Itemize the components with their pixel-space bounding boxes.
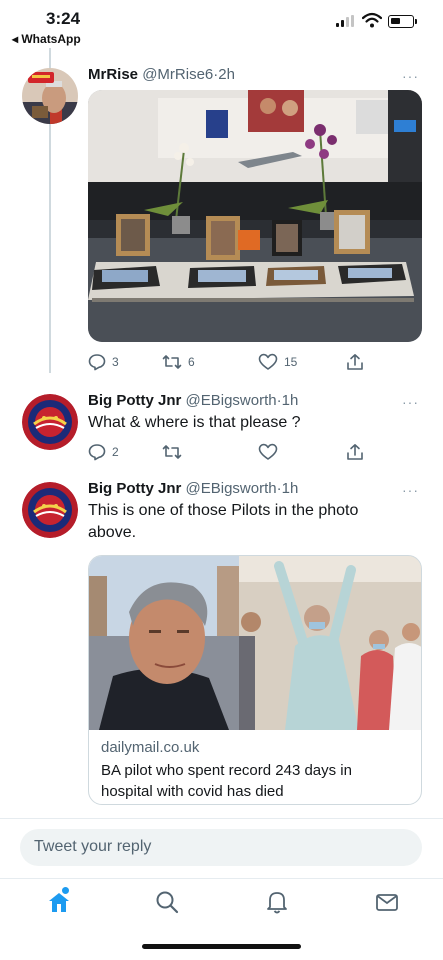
tweet-time: 1h — [281, 392, 299, 409]
avatar[interactable] — [22, 394, 78, 450]
battery-icon — [388, 15, 414, 28]
author-name[interactable]: MrRise — [88, 66, 138, 83]
link-source: dailymail.co.uk — [101, 739, 200, 756]
avatar[interactable] — [22, 68, 78, 124]
more-options-icon[interactable]: ··· — [402, 68, 419, 84]
wifi-icon — [362, 12, 382, 28]
tweet-mrrise[interactable]: MrRise @MrRise6·2h ··· 3 6 15 — [0, 60, 443, 380]
reply-icon — [88, 354, 106, 371]
share-action[interactable] — [346, 352, 364, 372]
tweet-actions: 3 6 15 — [88, 352, 388, 372]
home-notification-dot — [62, 887, 69, 894]
share-icon — [347, 354, 363, 370]
share-icon — [347, 444, 363, 460]
link-preview-image — [89, 556, 421, 730]
back-to-app-link[interactable]: ◂ WhatsApp — [12, 32, 81, 46]
author-name[interactable]: Big Potty Jnr — [88, 480, 181, 497]
home-indicator[interactable] — [142, 944, 301, 949]
avatar[interactable] — [22, 482, 78, 538]
tweet-header: Big Potty Jnr @EBigsworth·1h — [88, 480, 298, 497]
messages-icon — [376, 894, 398, 911]
retweet-icon — [162, 355, 182, 369]
more-options-icon[interactable]: ··· — [402, 394, 419, 410]
like-action[interactable] — [258, 442, 278, 462]
retweet-action[interactable]: 6 — [162, 352, 195, 372]
tweet-actions: 2 — [88, 442, 388, 462]
author-handle[interactable]: @MrRise6 — [142, 66, 213, 83]
author-name[interactable]: Big Potty Jnr — [88, 392, 181, 409]
tab-home[interactable] — [46, 887, 72, 915]
retweet-action[interactable] — [162, 442, 182, 462]
tweet-photo[interactable] — [88, 90, 422, 342]
reply-count: 2 — [112, 445, 119, 459]
retweet-count: 6 — [188, 355, 195, 369]
reply-icon — [88, 444, 106, 461]
battery-cap — [415, 19, 417, 24]
bottom-tab-bar — [0, 878, 443, 928]
tab-search[interactable] — [154, 889, 180, 915]
reply-placeholder: Tweet your reply — [34, 838, 152, 855]
cellular-signal-icon — [336, 15, 356, 27]
more-options-icon[interactable]: ··· — [402, 482, 419, 498]
share-action[interactable] — [346, 442, 364, 462]
tweet-reply-question[interactable]: Big Potty Jnr @EBigsworth·1h ··· What & … — [0, 382, 443, 474]
reply-count: 3 — [112, 355, 119, 369]
heart-icon — [258, 353, 278, 370]
search-icon — [156, 891, 179, 914]
like-count: 15 — [284, 355, 298, 369]
link-title: BA pilot who spent record 243 days in ho… — [101, 762, 352, 800]
tweet-header: Big Potty Jnr @EBigsworth·1h — [88, 392, 298, 409]
tab-notifications[interactable] — [264, 889, 290, 915]
reply-input[interactable]: Tweet your reply — [20, 829, 422, 866]
reply-action[interactable]: 2 — [88, 442, 119, 462]
link-preview-card[interactable]: dailymail.co.uk BA pilot who spent recor… — [88, 555, 422, 805]
notifications-icon — [267, 892, 287, 914]
author-handle[interactable]: @EBigsworth — [186, 392, 277, 409]
retweet-icon — [162, 445, 182, 459]
tweet-text: What & where is that please ? — [88, 414, 301, 431]
tweet-time: 1h — [281, 480, 299, 497]
reply-action[interactable]: 3 — [88, 352, 119, 372]
tweet-time: 2h — [218, 66, 235, 83]
status-bar: 3:24 ◂ WhatsApp — [0, 0, 443, 48]
status-time: 3:24 — [46, 9, 81, 28]
like-action[interactable]: 15 — [258, 352, 297, 372]
author-handle[interactable]: @EBigsworth — [186, 480, 277, 497]
tab-messages[interactable] — [374, 889, 400, 915]
tweet-header: MrRise @MrRise6·2h — [88, 66, 235, 83]
home-icon — [49, 893, 69, 912]
tweet-text: This is one of those Pilots in the photo… — [88, 502, 359, 541]
heart-icon — [258, 443, 278, 460]
reply-bar: Tweet your reply — [0, 818, 443, 878]
